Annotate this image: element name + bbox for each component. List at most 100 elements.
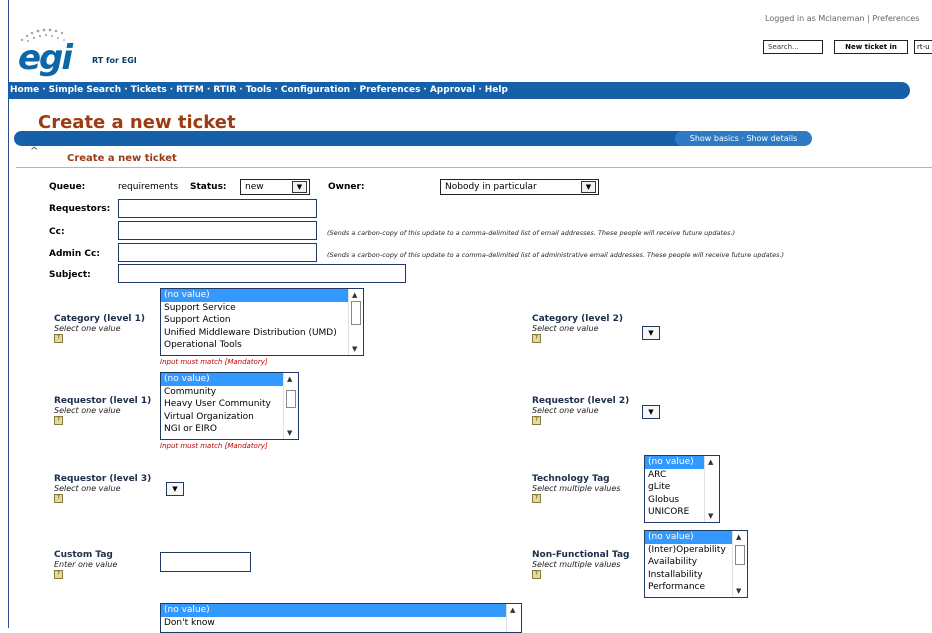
cc-note: (Sends a carbon-copy of this update to a… xyxy=(327,229,736,237)
nav-preferences[interactable]: Preferences xyxy=(360,85,421,95)
list-option[interactable]: Community xyxy=(161,386,298,399)
scroll-up-icon[interactable]: ▲ xyxy=(708,458,713,466)
nav-separator: · xyxy=(353,85,357,95)
scroll-down-icon[interactable]: ▼ xyxy=(736,587,741,595)
list-option[interactable]: (no value) xyxy=(161,604,521,617)
scroll-down-icon[interactable]: ▼ xyxy=(708,512,713,520)
requestor-level1-label: Requestor (level 1) xyxy=(54,396,152,406)
link-separator: · xyxy=(741,134,744,143)
category-level2-hint: Select one value xyxy=(532,324,599,333)
requestor-level3-select[interactable]: ▼ xyxy=(166,482,184,496)
list-option[interactable]: Operational Tools xyxy=(161,339,363,352)
nav-simple-search[interactable]: Simple Search xyxy=(49,85,122,95)
help-icon[interactable]: ? xyxy=(54,494,63,503)
custom-tag-label: Custom Tag xyxy=(54,550,113,560)
nav-separator: · xyxy=(478,85,482,95)
nav-rtfm[interactable]: RTFM xyxy=(176,85,204,95)
requestor-level2-hint: Select one value xyxy=(532,406,599,415)
page-title: Create a new ticket xyxy=(38,112,236,133)
technology-tag-listbox[interactable]: (no value) ARC gLite Globus UNICORE ▲ ▼ xyxy=(644,455,720,523)
nav-separator: · xyxy=(169,85,174,95)
requestor-level1-listbox[interactable]: (no value) Community Heavy User Communit… xyxy=(160,372,299,440)
nav-separator: · xyxy=(274,85,278,95)
nav-home[interactable]: Home xyxy=(8,85,39,95)
nav-tools[interactable]: Tools xyxy=(246,85,272,95)
list-option[interactable]: NGI or EIRO xyxy=(161,423,298,436)
scroll-up-icon[interactable]: ▲ xyxy=(510,606,515,614)
list-option[interactable]: (no value) xyxy=(161,373,298,386)
requestors-label: Requestors: xyxy=(49,204,111,214)
dropdown-arrow-icon[interactable]: ▼ xyxy=(292,181,307,193)
collapse-caret-icon[interactable]: ^ xyxy=(30,146,38,157)
nav-help[interactable]: Help xyxy=(485,85,508,95)
help-icon[interactable]: ? xyxy=(532,570,541,579)
requestor-level2-select[interactable]: ▼ xyxy=(642,405,660,419)
scroll-down-icon[interactable]: ▼ xyxy=(287,429,292,437)
cc-label: Cc: xyxy=(49,227,65,237)
requestor-level1-hint: Select one value xyxy=(54,406,121,415)
scroll-up-icon[interactable]: ▲ xyxy=(736,533,741,541)
mandatory-note: Input must match [Mandatory] xyxy=(160,358,268,366)
category-level2-label: Category (level 2) xyxy=(532,314,624,324)
dropdown-arrow-icon[interactable]: ▼ xyxy=(581,181,596,193)
admin-cc-input[interactable] xyxy=(118,243,317,262)
category-level2-select[interactable]: ▼ xyxy=(642,326,660,340)
queue-value: requirements xyxy=(118,182,179,192)
list-option[interactable]: Virtual Organization xyxy=(161,411,298,424)
help-icon[interactable]: ? xyxy=(532,334,541,343)
list-option[interactable]: Support Action xyxy=(161,314,363,327)
list-option[interactable]: Heavy User Community xyxy=(161,398,298,411)
help-icon[interactable]: ? xyxy=(54,416,63,425)
list-option[interactable]: Don't know xyxy=(161,617,521,630)
section-divider xyxy=(16,167,932,168)
listbox-scrollbar[interactable]: ▲ ▼ xyxy=(348,289,363,355)
list-option[interactable]: (no value) xyxy=(161,289,363,302)
scroll-thumb[interactable] xyxy=(286,390,296,408)
status-label: Status: xyxy=(190,182,227,192)
nav-tickets[interactable]: Tickets xyxy=(131,85,167,95)
search-input[interactable]: Search... xyxy=(763,40,823,54)
nav-separator: · xyxy=(423,85,427,95)
custom-tag-hint: Enter one value xyxy=(54,560,118,569)
list-option[interactable]: Support Service xyxy=(161,302,363,315)
nav-separator: · xyxy=(239,85,243,95)
owner-label: Owner: xyxy=(328,182,365,192)
help-icon[interactable]: ? xyxy=(532,494,541,503)
category-level1-listbox[interactable]: (no value) Support Service Support Actio… xyxy=(160,288,364,356)
nav-separator: · xyxy=(42,85,46,95)
new-ticket-button[interactable]: New ticket in xyxy=(834,40,908,54)
mandatory-note: Input must match [Mandatory] xyxy=(160,442,268,450)
custom-tag-input[interactable] xyxy=(160,552,251,572)
logo[interactable]: egi xyxy=(18,41,73,75)
show-basics-link[interactable]: Show basics xyxy=(690,134,739,143)
owner-select[interactable]: Nobody in particular xyxy=(440,179,599,195)
subject-input[interactable] xyxy=(118,264,406,283)
status-value: new xyxy=(245,182,264,192)
scroll-down-icon[interactable]: ▼ xyxy=(352,345,357,353)
listbox-scrollbar[interactable]: ▲ ▼ xyxy=(732,531,747,597)
scroll-up-icon[interactable]: ▲ xyxy=(352,291,357,299)
nav-configuration[interactable]: Configuration xyxy=(281,85,350,95)
help-icon[interactable]: ? xyxy=(54,334,63,343)
scroll-thumb[interactable] xyxy=(351,301,361,325)
listbox-scrollbar[interactable]: ▲ ▼ xyxy=(283,373,298,439)
technology-tag-hint: Select multiple values xyxy=(532,484,621,493)
nav-rtir[interactable]: RTIR xyxy=(213,85,236,95)
nav-separator: · xyxy=(206,85,211,95)
nav-approval[interactable]: Approval xyxy=(430,85,476,95)
scroll-up-icon[interactable]: ▲ xyxy=(287,375,292,383)
requestors-input[interactable] xyxy=(118,199,317,218)
queue-selector[interactable]: rt-u xyxy=(914,40,932,54)
section-title: Create a new ticket xyxy=(67,153,177,164)
list-option[interactable]: Unified Middleware Distribution (UMD) xyxy=(161,327,363,340)
bottom-listbox[interactable]: (no value) Don't know ▲ xyxy=(160,603,522,633)
listbox-scrollbar[interactable]: ▲ ▼ xyxy=(704,456,719,522)
technology-tag-label: Technology Tag xyxy=(532,474,610,484)
cc-input[interactable] xyxy=(118,221,317,240)
show-details-link[interactable]: Show details xyxy=(746,134,797,143)
subject-label: Subject: xyxy=(49,270,91,280)
help-icon[interactable]: ? xyxy=(532,416,541,425)
nonfunctional-tag-listbox[interactable]: (no value) (Inter)Operability Availabili… xyxy=(644,530,748,598)
help-icon[interactable]: ? xyxy=(54,570,63,579)
scroll-thumb[interactable] xyxy=(735,545,745,565)
